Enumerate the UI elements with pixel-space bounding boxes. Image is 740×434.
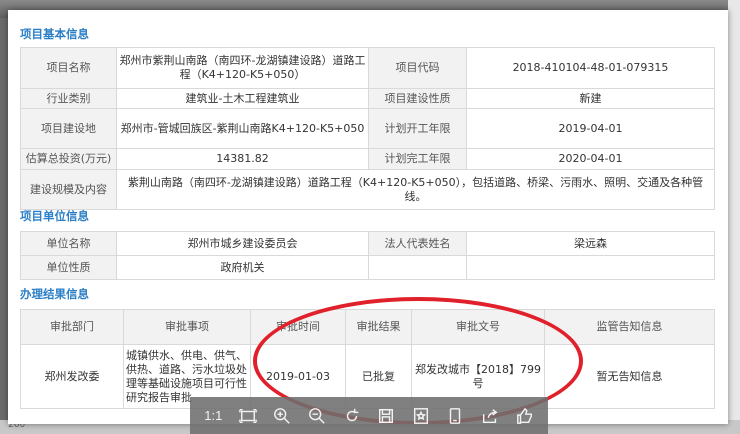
mobile-button[interactable]: [443, 404, 467, 428]
empty-cell: [368, 255, 467, 280]
approval-dept-value: 郑州发改委: [20, 344, 124, 409]
mobile-icon: [450, 407, 461, 424]
zoom-out-button[interactable]: [305, 404, 329, 428]
actual-size-label: 1:1: [204, 408, 223, 423]
unit-info-table: 单位名称 郑州市城乡建设委员会 法人代表姓名 梁远森 单位性质 政府机关: [20, 231, 715, 280]
project-name-label: 项目名称: [20, 47, 117, 89]
table-header-row: 审批部门 审批事项 审批时间 审批结果 审批文号 监管告知信息: [20, 309, 715, 345]
location-value: 郑州市-管城回族区-紫荆山南路K4+120-K5+050: [116, 108, 369, 149]
zoom-out-icon: [309, 407, 325, 424]
column-header: 审批事项: [123, 309, 251, 345]
planned-start-value: 2019-04-01: [466, 108, 715, 149]
table-row: 单位名称 郑州市城乡建设委员会 法人代表姓名 梁远森: [20, 231, 715, 256]
basic-info-table: 项目名称 郑州市紫荆山南路（南四环-龙湖镇建设路）道路工程（K4+120-K5+…: [20, 47, 715, 210]
section-title-unit: 项目单位信息: [20, 209, 89, 223]
construction-nature-label: 项目建设性质: [368, 88, 467, 109]
table-row: 项目建设地 郑州市-管城回族区-紫荆山南路K4+120-K5+050 计划开工年…: [20, 108, 715, 149]
background-window-edge: [728, 0, 740, 434]
actual-size-button[interactable]: 1:1: [201, 404, 225, 428]
scale-value: 紫荆山南路（南四环-龙湖镇建设路）道路工程（K4+120-K5+050），包括道…: [116, 169, 715, 210]
section-title-basic: 项目基本信息: [20, 27, 89, 41]
investment-value: 14381.82: [116, 148, 369, 170]
project-code-label: 项目代码: [368, 47, 467, 89]
fit-screen-icon: [239, 408, 257, 423]
industry-label: 行业类别: [20, 88, 117, 109]
supervision-notice-value: 暂无告知信息: [544, 344, 715, 409]
project-code-value: 2018-410104-48-01-079315: [466, 47, 715, 89]
image-viewer-toolbar: 1:1: [190, 397, 548, 434]
rotate-button[interactable]: [340, 404, 364, 428]
table-row: 行业类别 建筑业-土木工程建筑业 项目建设性质 新建: [20, 88, 715, 109]
unit-name-label: 单位名称: [20, 231, 117, 256]
legal-rep-value: 梁远森: [466, 231, 715, 256]
rotate-icon: [346, 408, 358, 421]
column-header: 监管告知信息: [544, 309, 715, 345]
table-row: 单位性质 政府机关: [20, 255, 715, 280]
save-button[interactable]: [374, 404, 398, 428]
column-header: 审批结果: [345, 309, 412, 345]
industry-value: 建筑业-土木工程建筑业: [116, 88, 369, 109]
planned-start-label: 计划开工年限: [368, 108, 467, 149]
table-row: 估算总投资(万元) 14381.82 计划完工年限 2020-04-01: [20, 148, 715, 170]
unit-name-value: 郑州市城乡建设委员会: [116, 231, 369, 256]
table-row: 项目名称 郑州市紫荆山南路（南四环-龙湖镇建设路）道路工程（K4+120-K5+…: [20, 47, 715, 89]
investment-label: 估算总投资(万元): [20, 148, 117, 170]
like-button[interactable]: [513, 404, 537, 428]
like-icon: [516, 407, 532, 424]
favorite-button[interactable]: [409, 404, 433, 428]
column-header: 审批部门: [20, 309, 124, 345]
legal-rep-label: 法人代表姓名: [368, 231, 467, 256]
planned-end-label: 计划完工年限: [368, 148, 467, 170]
fit-screen-button[interactable]: [236, 404, 260, 428]
project-name-value: 郑州市紫荆山南路（南四环-龙湖镇建设路）道路工程（K4+120-K5+050）: [116, 47, 369, 89]
unit-nature-value: 政府机关: [116, 255, 369, 280]
section-title-result: 办理结果信息: [20, 287, 89, 301]
zoom-in-button[interactable]: [270, 404, 294, 428]
planned-end-value: 2020-04-01: [466, 148, 715, 170]
approval-result-table: 审批部门 审批事项 审批时间 审批结果 审批文号 监管告知信息 郑州发改委 城镇…: [20, 309, 715, 409]
column-header: 审批时间: [250, 309, 346, 345]
image-preview-document: 项目基本信息 项目名称 郑州市紫荆山南路（南四环-龙湖镇建设路）道路工程（K4+…: [8, 10, 728, 424]
share-icon: [483, 408, 498, 423]
construction-nature-value: 新建: [466, 88, 715, 109]
share-button[interactable]: [478, 404, 502, 428]
favorite-icon: [413, 407, 428, 424]
unit-nature-label: 单位性质: [20, 255, 117, 280]
column-header: 审批文号: [411, 309, 545, 345]
location-label: 项目建设地: [20, 108, 117, 149]
zoom-in-icon: [274, 407, 291, 424]
scale-label: 建设规模及内容: [20, 169, 117, 210]
save-icon: [379, 408, 394, 423]
empty-cell: [466, 255, 715, 280]
table-row: 建设规模及内容 紫荆山南路（南四环-龙湖镇建设路）道路工程（K4+120-K5+…: [20, 169, 715, 210]
